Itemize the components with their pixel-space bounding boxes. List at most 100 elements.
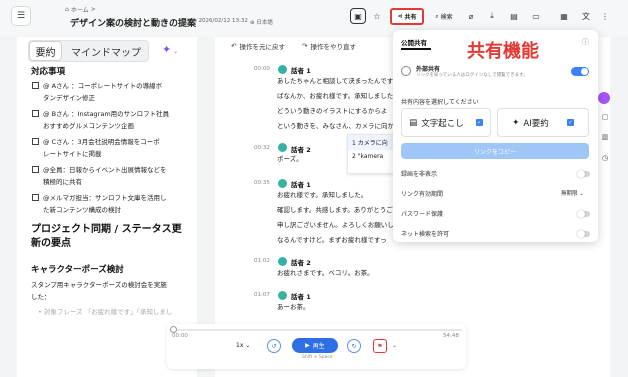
transcript-option-card[interactable]: ▤ 文字起こし ✓ — [401, 108, 491, 137]
progress-slider[interactable] — [172, 329, 462, 331]
attach-icon[interactable]: ⌀ — [463, 8, 479, 24]
todo-item-cont: タンデザイン修正 — [43, 94, 95, 102]
ai-icon: ✦ — [512, 117, 520, 128]
validity-select[interactable]: 無期限 ⌄ — [561, 189, 584, 197]
todo-item-cont: レートサイトに掲載 — [43, 150, 102, 158]
language-label[interactable]: ⊕ 日本語 — [250, 18, 273, 26]
save-icon[interactable]: ▦ — [556, 8, 572, 24]
timestamp[interactable]: 00:35 — [254, 180, 270, 186]
assistant-icon[interactable] — [598, 92, 610, 104]
checkbox[interactable] — [32, 138, 39, 145]
ai-summary-option-card[interactable]: ✦ AI要約 ✓ — [497, 108, 589, 137]
view-tabs: 要約 マインドマップ — [28, 40, 149, 62]
checkbox[interactable] — [32, 194, 39, 201]
timestamp[interactable]: 00:00 — [254, 66, 270, 72]
transcript-text[interactable]: あーお茶。 — [277, 300, 310, 315]
download-icon[interactable]: ⤓ — [484, 8, 500, 24]
todo-list: @ Aさん ：コーポレートサイトの導線ボ タンデザイン修正 @ Bさん ：Ins… — [32, 80, 192, 216]
more-icon[interactable]: ⋮ — [597, 8, 613, 24]
tab-mindmap[interactable]: マインドマップ — [63, 42, 149, 60]
checkbox-checked[interactable]: ✓ — [475, 119, 483, 126]
transcript-text[interactable]: ポーズ。 — [277, 152, 303, 167]
history-icon[interactable]: ◷ — [600, 153, 610, 163]
chevron-down-icon[interactable]: ⌄ — [392, 342, 397, 349]
section-todo-heading: 対応事項 — [31, 67, 66, 77]
menu-button[interactable]: ☰ — [11, 6, 31, 26]
password-toggle[interactable] — [577, 210, 590, 218]
context-menu: 1 カメラに向 2 "kamera — [347, 134, 394, 174]
timestamp[interactable]: 00:32 — [254, 145, 270, 151]
option-hide-recording: 録画を非表示 — [401, 171, 438, 178]
translate-icon[interactable]: 文 — [578, 8, 594, 24]
share-icon: ⋖ — [397, 13, 403, 20]
copy-link-button[interactable]: リンクをコピー — [401, 143, 589, 159]
total-time: 54:48 — [443, 333, 459, 339]
todo-item[interactable]: @ Bさん ：Instagram用のサンロフト社員 — [32, 108, 192, 120]
todo-item[interactable]: @ Aさん ：コーポレートサイトの導線ボ — [32, 80, 192, 92]
checkbox[interactable] — [32, 110, 39, 117]
checkbox[interactable] — [32, 82, 39, 89]
tab-summary[interactable]: 要約 — [30, 42, 61, 60]
popup-heading: 公開共有 — [401, 39, 427, 47]
hide-recording-toggle[interactable] — [577, 170, 590, 178]
todo-item[interactable]: @全員：日報からイベント出展情報などを — [32, 164, 192, 176]
checkbox[interactable] — [32, 166, 39, 173]
clock-icon: ◷ — [192, 18, 197, 24]
checkbox-checked[interactable]: ✓ — [566, 119, 574, 126]
option-password: パスワード保護 — [401, 211, 444, 218]
current-time: 00:00 — [172, 333, 188, 339]
todo-item[interactable]: @メルマガ担当：サンロフト文庫を活用し — [32, 192, 192, 204]
layout-icon[interactable]: ▣ — [350, 8, 366, 24]
transcript-text[interactable]: あしたちゃんと相談して決まったんです ばなんか、お疲れ様です。承知しました どうい… — [277, 74, 397, 134]
redo-icon: ↷ — [302, 42, 308, 50]
ai-sparkle-icon[interactable]: ✦ ⌄ — [162, 43, 178, 56]
globe-icon: ⊕ — [250, 20, 255, 26]
book-icon[interactable]: ▥ — [600, 132, 610, 142]
option-link-validity: リンク有効期間 — [401, 191, 444, 198]
redo-button[interactable]: ↷ 操作をやり直す — [302, 41, 356, 51]
context-item[interactable]: 1 カメラに向 — [348, 135, 393, 150]
page-title[interactable]: デザイン案の検討と動きの提案 — [70, 16, 196, 29]
avatar — [278, 65, 287, 74]
annotation-label: 共有機能 — [467, 41, 539, 62]
home-icon: ⌂ — [65, 6, 69, 13]
todo-item-cont: 積極的に共有 — [43, 178, 82, 186]
bookmark-icon[interactable]: ⚑ — [373, 339, 387, 353]
link-icon — [401, 66, 411, 76]
transcript-text[interactable]: お疲れ様です。承知しました。 確認します。共感します。ありがとうご 申し訳ございませ… — [277, 188, 397, 248]
folder-icon[interactable]: ▭ — [528, 8, 544, 24]
timestamp[interactable]: 01:02 — [254, 258, 270, 264]
todo-item[interactable]: @ Cさん ：3月会社説明会情報をコーポ — [32, 136, 192, 148]
forward-icon[interactable]: ↻ — [347, 339, 361, 353]
hamburger-icon: ☰ — [16, 11, 26, 21]
external-share-toggle[interactable] — [571, 67, 589, 76]
help-icon[interactable]: ⓘ — [582, 37, 589, 47]
shortcut-hint: Shift + Space — [302, 355, 333, 360]
slider-handle[interactable] — [170, 326, 177, 333]
rewind-icon[interactable]: ↺ — [267, 339, 281, 353]
speed-select[interactable]: 1x ⌄ — [236, 342, 250, 349]
avatar — [278, 143, 287, 152]
undo-icon: ↶ — [231, 42, 237, 50]
undo-button[interactable]: ↶ 操作を元に戻す — [231, 41, 285, 51]
option-allow-search: ネット検索を許可 — [401, 231, 450, 238]
context-item[interactable]: 2 "kamera — [348, 150, 393, 163]
play-button[interactable]: ▶ 再生 — [292, 338, 338, 353]
section-sync-heading: プロジェクト同期 / ステータス更 新の要点 — [31, 224, 182, 249]
chat-icon[interactable]: ▢ — [600, 112, 610, 122]
star-icon[interactable]: ☆ — [369, 8, 385, 24]
avatar — [278, 291, 287, 300]
transcript-text[interactable]: お疲れさまです。ベコリ。お茶。 — [277, 266, 374, 281]
image-icon[interactable]: ▤ — [506, 8, 522, 24]
avatar — [278, 179, 287, 188]
breadcrumb[interactable]: ⌂ ホーム > — [65, 5, 96, 14]
heading-underline — [401, 48, 431, 50]
timestamp[interactable]: 01:07 — [254, 292, 270, 298]
search-button[interactable]: ⌕ 検索 — [429, 9, 459, 24]
todo-item-cont: おすすめグルメコンテンツ企画 — [43, 122, 134, 130]
avatar — [278, 257, 287, 266]
external-share-desc: リンクを知っている人はログインなしで閲覧できます。 — [416, 73, 528, 78]
allow-search-toggle[interactable] — [577, 230, 590, 238]
share-button[interactable]: ⋖ 共有 — [390, 8, 424, 25]
document-icon: ▤ — [409, 117, 418, 128]
